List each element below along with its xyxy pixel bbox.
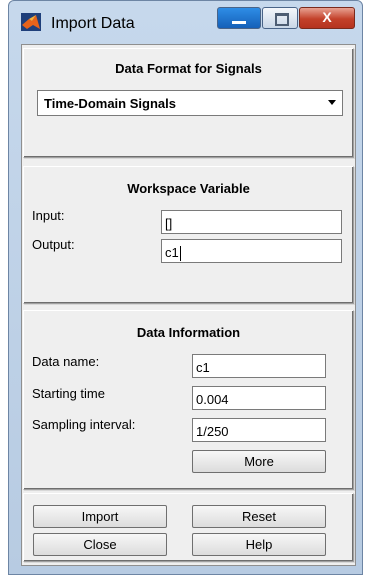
workspace-variable-heading: Workspace Variable — [127, 181, 250, 196]
data-information-heading: Data Information — [136, 325, 241, 340]
sampling-interval-label: Sampling interval: — [32, 417, 136, 432]
close-icon: X — [322, 9, 332, 25]
data-information-panel: Data Information Data name: c1 Starting … — [23, 310, 354, 490]
output-label: Output: — [32, 237, 75, 252]
close-window-button[interactable]: X — [299, 7, 355, 29]
data-format-heading: Data Format for Signals — [115, 61, 262, 76]
minimize-button[interactable] — [217, 7, 261, 29]
matlab-logo-icon — [21, 13, 41, 31]
window-title: Import Data — [51, 15, 135, 32]
import-data-window: Import Data X Data Format for Signals Ti… — [8, 0, 363, 575]
input-label: Input: — [32, 208, 65, 223]
data-format-selected-value: Time-Domain Signals — [44, 96, 176, 111]
dialog-client-area: Data Format for Signals Time-Domain Sign… — [21, 44, 356, 566]
more-button[interactable]: More — [192, 450, 326, 473]
starting-time-label: Starting time — [32, 386, 105, 401]
help-button[interactable]: Help — [192, 533, 326, 556]
maximize-icon — [275, 13, 289, 26]
data-name-field[interactable]: c1 — [192, 354, 326, 378]
data-name-label: Data name: — [32, 354, 100, 369]
data-format-select[interactable]: Time-Domain Signals — [37, 90, 343, 116]
output-field-value: c1 — [165, 245, 179, 260]
maximize-button[interactable] — [262, 7, 298, 29]
chevron-down-icon — [328, 100, 336, 105]
action-buttons-panel: Import Reset Close Help — [23, 493, 354, 562]
starting-time-field[interactable]: 0.004 — [192, 386, 326, 410]
reset-button[interactable]: Reset — [192, 505, 326, 528]
text-caret — [179, 246, 181, 262]
workspace-variable-panel: Workspace Variable Input: [] Output: c1 — [23, 166, 354, 304]
input-field[interactable]: [] — [161, 210, 342, 234]
title-bar[interactable]: Import Data X — [9, 1, 362, 41]
sampling-interval-field[interactable]: 1/250 — [192, 418, 326, 442]
close-button[interactable]: Close — [33, 533, 167, 556]
import-button[interactable]: Import — [33, 505, 167, 528]
output-field[interactable]: c1 — [161, 239, 342, 263]
data-format-panel: Data Format for Signals Time-Domain Sign… — [23, 48, 354, 158]
minimize-icon — [232, 21, 246, 24]
